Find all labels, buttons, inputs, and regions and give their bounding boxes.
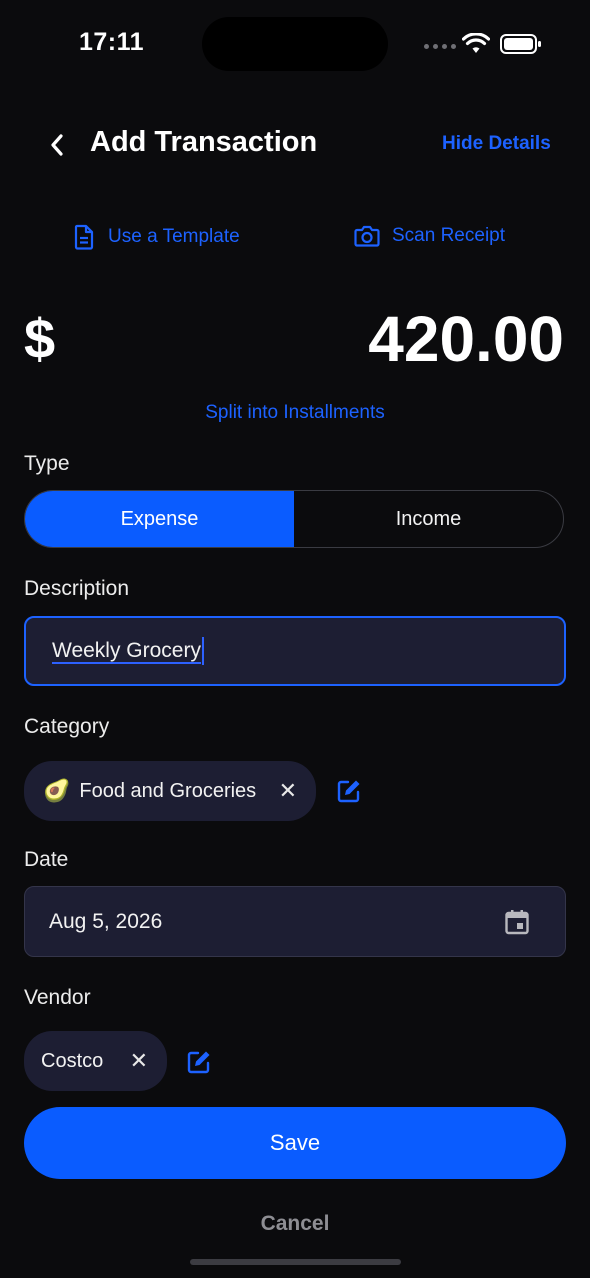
calendar-icon[interactable] (505, 909, 529, 935)
page-title: Add Transaction (90, 126, 318, 158)
cellular-signal-icon (424, 44, 456, 49)
description-label: Description (24, 577, 130, 600)
document-icon (74, 224, 94, 250)
dynamic-island (202, 17, 388, 71)
chevron-left-icon (51, 134, 63, 156)
currency-symbol: $ (24, 307, 56, 370)
edit-icon (337, 780, 360, 803)
vendor-value: Costco (41, 1049, 104, 1072)
use-template-button[interactable]: Use a Template (72, 224, 240, 250)
description-input[interactable]: Weekly Grocery (24, 616, 566, 686)
category-chip[interactable]: 🥑 Food and Groceries ✕ (24, 761, 316, 821)
amount-value[interactable]: 420.00 (368, 302, 564, 376)
type-option-income[interactable]: Income (294, 491, 563, 547)
hide-details-button[interactable]: Hide Details (442, 133, 551, 155)
status-time: 17:11 (79, 28, 145, 56)
text-caret (201, 637, 204, 665)
scan-receipt-label: Scan Receipt (392, 225, 506, 246)
vendor-label: Vendor (24, 986, 91, 1009)
close-icon[interactable]: ✕ (279, 778, 297, 804)
wifi-icon (461, 32, 491, 60)
date-value: Aug 5, 2026 (49, 909, 163, 933)
cancel-button[interactable]: Cancel (0, 1212, 590, 1236)
save-button[interactable]: Save (24, 1107, 566, 1179)
battery-icon (500, 34, 542, 59)
camera-icon (354, 225, 380, 247)
split-installments-link[interactable]: Split into Installments (0, 402, 590, 424)
date-label: Date (24, 848, 69, 871)
type-segmented-control: Expense Income (24, 490, 564, 548)
avocado-icon: 🥑 (43, 778, 71, 803)
date-field[interactable]: Aug 5, 2026 (24, 886, 566, 957)
type-label: Type (24, 452, 70, 475)
edit-category-button[interactable] (334, 776, 364, 806)
category-label: Category (24, 715, 110, 738)
edit-icon (187, 1051, 210, 1074)
close-icon[interactable]: ✕ (130, 1048, 148, 1074)
use-template-label: Use a Template (108, 226, 240, 247)
home-indicator (190, 1259, 401, 1265)
category-value: Food and Groceries (79, 779, 257, 802)
edit-vendor-button[interactable] (184, 1047, 214, 1077)
back-button[interactable] (40, 128, 74, 162)
type-option-expense[interactable]: Expense (25, 491, 294, 547)
vendor-chip[interactable]: Costco ✕ (24, 1031, 167, 1091)
scan-receipt-button[interactable]: Scan Receipt (354, 224, 505, 248)
description-value: Weekly Grocery (52, 639, 201, 662)
